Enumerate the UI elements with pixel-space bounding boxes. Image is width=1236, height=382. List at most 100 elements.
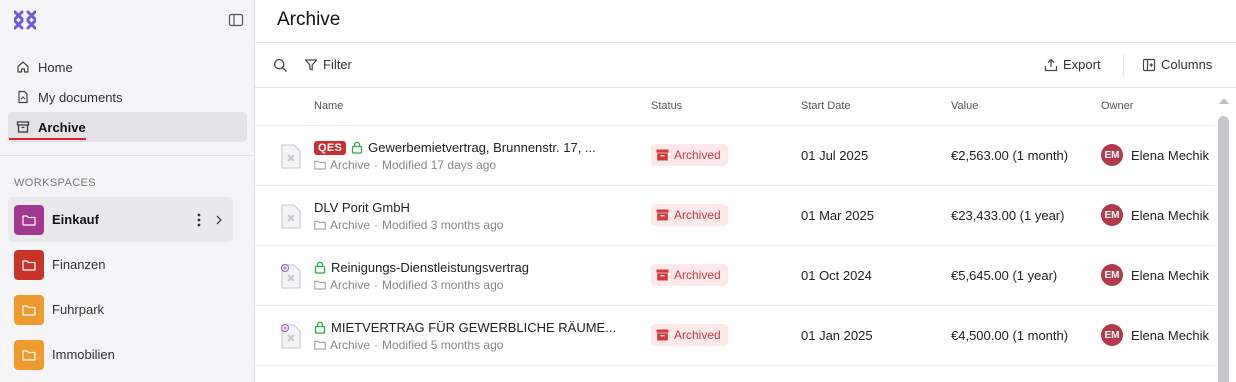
export-button[interactable]: Export bbox=[1044, 57, 1101, 72]
lock-icon bbox=[314, 321, 326, 334]
contract-value: €5,645.00 (1 year) bbox=[951, 268, 1058, 283]
table-row[interactable]: MIETVERTRAG FÜR GEWERBLICHE RÄUME... Arc… bbox=[255, 306, 1215, 366]
vertical-scrollbar[interactable] bbox=[1217, 96, 1231, 382]
sidebar-divider bbox=[0, 155, 254, 156]
folder-icon bbox=[14, 204, 44, 235]
owner: EM Elena Mechik bbox=[1101, 144, 1209, 166]
export-label: Export bbox=[1063, 57, 1101, 72]
document-icon bbox=[15, 90, 30, 105]
columns-label: Columns bbox=[1161, 57, 1213, 72]
workspace-label: Finanzen bbox=[52, 257, 106, 272]
workspace-item-finanzen[interactable]: Finanzen bbox=[8, 242, 233, 287]
home-icon bbox=[15, 60, 30, 75]
workspace-item-einkauf[interactable]: Einkauf bbox=[8, 197, 233, 242]
workspace-label: Immobilien bbox=[52, 347, 115, 362]
sidebar-item-home[interactable]: Home bbox=[8, 52, 247, 82]
avatar: EM bbox=[1101, 264, 1123, 286]
page-title: Archive bbox=[277, 9, 341, 30]
qes-badge: QES bbox=[314, 140, 347, 155]
sidebar-collapse-icon[interactable] bbox=[228, 12, 244, 28]
owner: EM Elena Mechik bbox=[1101, 324, 1209, 346]
main-content: Archive Filter Export Columns Name Statu… bbox=[255, 0, 1236, 382]
owner-name: Elena Mechik bbox=[1131, 327, 1210, 343]
owner-name: Elena Mechik bbox=[1131, 207, 1210, 223]
folder-icon bbox=[14, 249, 44, 280]
app-logo-icon[interactable] bbox=[14, 10, 36, 30]
document-folder: Archive bbox=[330, 158, 371, 172]
status-badge: Archived bbox=[651, 204, 728, 226]
workspace-list: Einkauf Finanzen Fuhrpark Immobilien bbox=[8, 197, 233, 377]
folder-icon bbox=[14, 339, 44, 370]
owner: EM Elena Mechik bbox=[1101, 204, 1209, 226]
status-badge: Archived bbox=[651, 264, 728, 286]
document-file-icon bbox=[281, 324, 301, 349]
workspace-label: Fuhrpark bbox=[52, 302, 105, 317]
avatar: EM bbox=[1101, 144, 1123, 166]
lock-icon bbox=[314, 261, 326, 274]
document-folder: Archive bbox=[330, 218, 371, 232]
document-name[interactable]: Gewerbemietvertrag, Brunnenstr. 17, ... bbox=[368, 140, 596, 155]
document-modified: Modified 3 months ago bbox=[382, 278, 504, 292]
sidebar-nav: Home My documents Archive bbox=[8, 52, 247, 142]
archive-icon bbox=[656, 149, 669, 161]
workspace-label: Einkauf bbox=[52, 212, 99, 227]
folder-icon bbox=[14, 294, 44, 325]
document-name[interactable]: Reinigungs-Dienstleistungsvertrag bbox=[331, 260, 529, 275]
document-file-icon bbox=[281, 264, 301, 289]
contract-value: €23,433.00 (1 year) bbox=[951, 208, 1065, 223]
document-name[interactable]: DLV Porit GmbH bbox=[314, 200, 410, 215]
more-vertical-icon[interactable] bbox=[197, 213, 201, 227]
sidebar-item-my-documents[interactable]: My documents bbox=[8, 82, 247, 112]
table-row[interactable]: DLV Porit GmbH Archive · Modified 3 month… bbox=[255, 186, 1215, 246]
start-date: 01 Oct 2024 bbox=[801, 268, 872, 283]
status-badge: Archived bbox=[651, 144, 728, 166]
workspace-item-fuhrpark[interactable]: Fuhrpark bbox=[8, 287, 233, 332]
folder-icon bbox=[314, 340, 326, 350]
archive-icon bbox=[656, 269, 669, 281]
owner-name: Elena Mechik bbox=[1131, 267, 1210, 283]
table-row[interactable]: QES Gewerbemietvertrag, Brunnenstr. 17, … bbox=[255, 126, 1215, 186]
owner: EM Elena Mechik bbox=[1101, 264, 1209, 286]
archive-icon bbox=[15, 120, 30, 135]
filter-button[interactable]: Filter bbox=[304, 57, 352, 72]
sidebar-item-label: My documents bbox=[38, 89, 123, 105]
sidebar: Home My documents Archive WORKSPACES Ein… bbox=[0, 0, 255, 382]
archive-icon bbox=[656, 209, 669, 221]
column-header-owner[interactable]: Owner bbox=[1101, 100, 1133, 112]
column-header-value[interactable]: Value bbox=[951, 100, 978, 112]
document-file-icon bbox=[281, 204, 301, 229]
folder-icon bbox=[314, 220, 326, 230]
table-row[interactable]: Reinigungs-Dienstleistungsvertrag Archiv… bbox=[255, 246, 1215, 306]
document-modified: Modified 17 days ago bbox=[382, 158, 497, 172]
document-folder: Archive bbox=[330, 278, 371, 292]
scroll-thumb[interactable] bbox=[1218, 116, 1229, 382]
scroll-up-arrow[interactable] bbox=[1219, 98, 1229, 104]
contract-value: €2,563.00 (1 month) bbox=[951, 148, 1069, 163]
column-header-status[interactable]: Status bbox=[651, 100, 682, 112]
archive-icon bbox=[656, 329, 669, 341]
avatar: EM bbox=[1101, 204, 1123, 226]
workspace-item-immobilien[interactable]: Immobilien bbox=[8, 332, 233, 377]
contract-value: €4,500.00 (1 month) bbox=[951, 328, 1069, 343]
workspaces-heading: WORKSPACES bbox=[14, 177, 97, 189]
document-name[interactable]: MIETVERTRAG FÜR GEWERBLICHE RÄUME... bbox=[331, 320, 616, 335]
sidebar-item-label: Archive bbox=[38, 119, 86, 135]
document-modified: Modified 5 months ago bbox=[382, 338, 504, 352]
folder-icon bbox=[314, 280, 326, 290]
start-date: 01 Jan 2025 bbox=[801, 328, 873, 343]
filter-icon bbox=[304, 58, 318, 71]
chevron-right-icon[interactable] bbox=[215, 215, 223, 225]
document-file-icon bbox=[281, 144, 301, 169]
sidebar-item-label: Home bbox=[38, 59, 73, 75]
start-date: 01 Mar 2025 bbox=[801, 208, 874, 223]
columns-button[interactable]: Columns bbox=[1142, 57, 1212, 72]
lock-icon bbox=[351, 141, 363, 154]
search-icon[interactable] bbox=[273, 58, 288, 73]
column-header-name[interactable]: Name bbox=[314, 100, 343, 112]
document-modified: Modified 3 months ago bbox=[382, 218, 504, 232]
filter-label: Filter bbox=[323, 57, 352, 72]
column-header-start-date[interactable]: Start Date bbox=[801, 100, 851, 112]
start-date: 01 Jul 2025 bbox=[801, 148, 869, 163]
owner-name: Elena Mechik bbox=[1131, 147, 1210, 163]
status-badge: Archived bbox=[651, 324, 728, 346]
